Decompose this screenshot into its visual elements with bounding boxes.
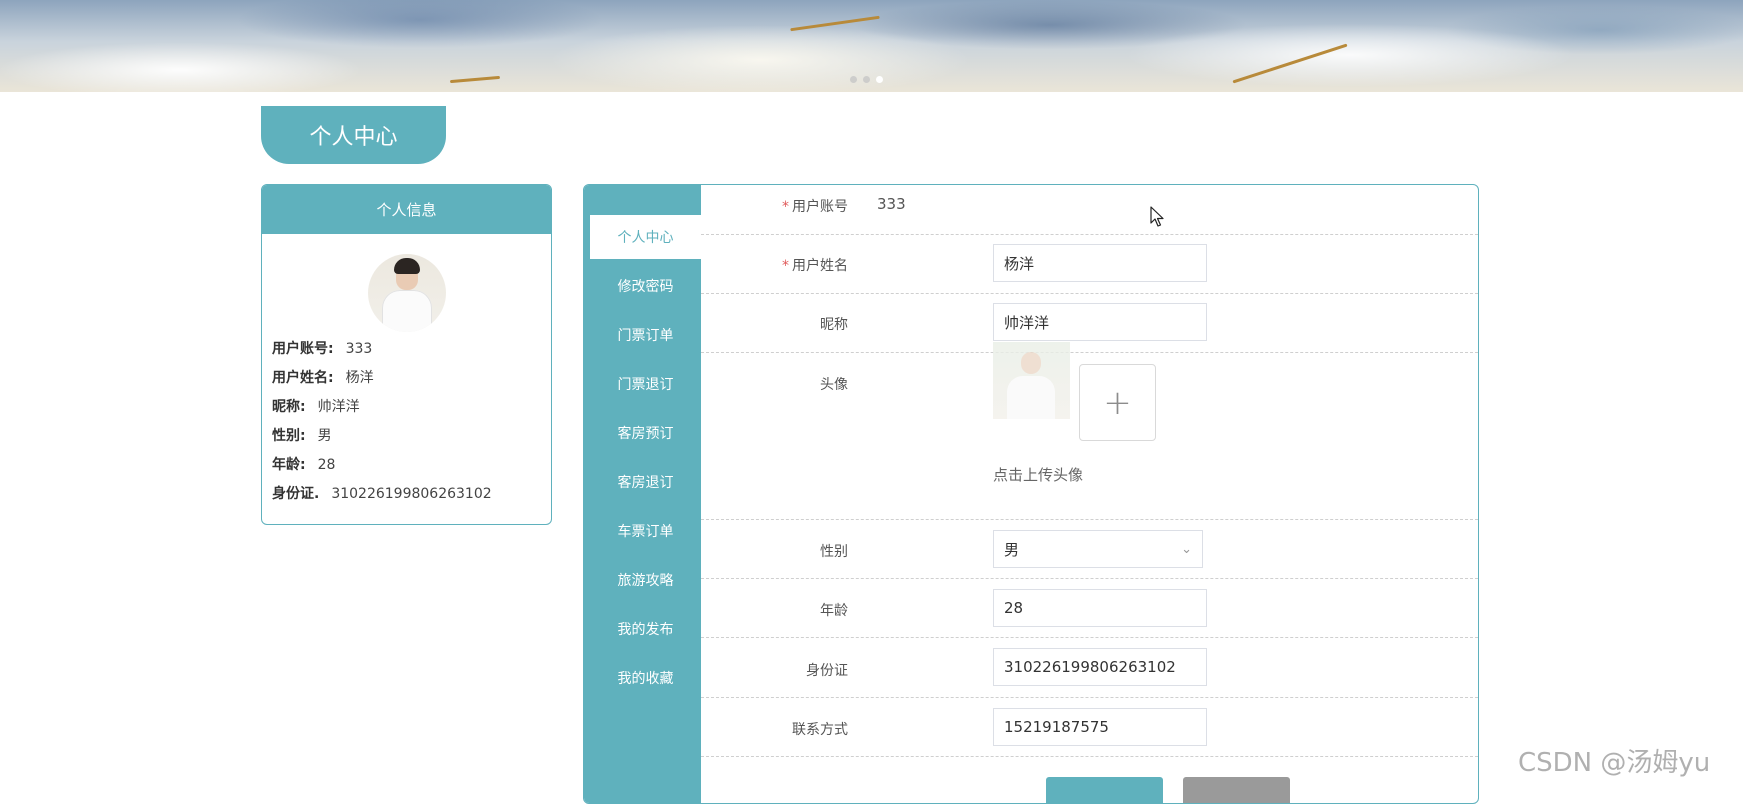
info-label: 年龄: (272, 457, 306, 473)
id-card-input[interactable] (993, 648, 1207, 686)
info-card-title: 个人信息 (376, 201, 437, 219)
plus-icon: + (1103, 382, 1132, 423)
info-row-nickname: 昵称: 帅洋洋 (272, 396, 360, 416)
age-label: 年龄 (820, 603, 848, 619)
nickname-input[interactable] (993, 303, 1207, 341)
avatar-upload-hint[interactable]: 点击上传头像 (993, 464, 1083, 485)
banner-decoration (790, 15, 880, 32)
name-input[interactable] (993, 244, 1207, 282)
info-value: 28 (317, 457, 336, 473)
sidebar-menu: 个人中心 修改密码 门票订单 门票退订 客房预订 客房退订 车票订单 旅游攻略 … (584, 185, 701, 803)
nickname-label: 昵称 (820, 317, 848, 333)
info-value: 杨洋 (345, 370, 374, 386)
carousel-dot[interactable] (863, 76, 870, 83)
sidebar-item-my-posts[interactable]: 我的发布 (590, 607, 701, 651)
required-mark: * (782, 199, 789, 215)
contact-input[interactable] (993, 708, 1207, 746)
form-row-avatar: 头像 + 点击上传头像 (701, 342, 1478, 520)
form-row-account: * 用户账号 333 (701, 185, 1478, 235)
carousel-dot[interactable] (850, 76, 857, 83)
info-label: 身份证. (272, 486, 320, 502)
watermark: CSDN @汤姆yu (1518, 748, 1711, 778)
chevron-down-icon: ⌄ (1181, 541, 1192, 557)
sidebar-item-room-cancel[interactable]: 客房退订 (590, 460, 701, 504)
hero-banner (0, 0, 1743, 92)
name-label: * 用户姓名 (782, 258, 848, 274)
page-title: 个人中心 (309, 125, 398, 150)
contact-label: 联系方式 (792, 722, 848, 738)
form-row-gender: 性别 男 ⌄ (701, 520, 1478, 579)
info-label: 昵称: (272, 399, 306, 415)
info-row-account: 用户账号: 333 (272, 338, 372, 358)
profile-panel: 个人中心 修改密码 门票订单 门票退订 客房预订 客房退订 车票订单 旅游攻略 … (583, 184, 1479, 804)
info-value: 帅洋洋 (317, 399, 360, 415)
info-value: 310226199806263102 (331, 486, 492, 502)
info-value: 男 (317, 428, 332, 444)
submit-button[interactable] (1046, 777, 1163, 803)
sidebar-item-my-favorites[interactable]: 我的收藏 (590, 656, 701, 700)
gender-select[interactable]: 男 ⌄ (993, 530, 1203, 568)
sidebar-item-change-password[interactable]: 修改密码 (590, 264, 701, 308)
form-row-contact: 联系方式 (701, 698, 1478, 757)
info-label: 用户姓名: (272, 370, 334, 386)
banner-decoration (449, 75, 501, 84)
info-row-name: 用户姓名: 杨洋 (272, 367, 374, 387)
form-row-nickname: 昵称 (701, 294, 1478, 353)
banner-decoration (1232, 43, 1348, 84)
page-title-tab: 个人中心 (261, 106, 446, 164)
info-card-header: 个人信息 (262, 185, 551, 234)
required-mark: * (782, 258, 789, 274)
form-row-name: * 用户姓名 (701, 235, 1478, 294)
info-row-age: 年龄: 28 (272, 454, 335, 474)
sidebar-item-travel-guides[interactable]: 旅游攻略 (590, 558, 701, 602)
personal-info-card: 个人信息 用户账号: 333 用户姓名: 杨洋 昵称: 帅洋洋 性别: 男 年龄: 28 … (261, 184, 552, 525)
logout-button[interactable] (1183, 777, 1290, 803)
info-value: 333 (345, 341, 373, 357)
carousel-dots (850, 76, 883, 83)
avatar-label: 头像 (820, 377, 848, 393)
info-row-gender: 性别: 男 (272, 425, 332, 445)
info-label: 用户账号: (272, 341, 334, 357)
info-row-id-card: 身份证. 310226199806263102 (272, 483, 492, 503)
account-label: * 用户账号 (782, 199, 848, 215)
form-row-age: 年龄 (701, 579, 1478, 638)
avatar-upload-button[interactable]: + (1079, 364, 1156, 441)
carousel-dot-active[interactable] (876, 76, 883, 83)
sidebar-item-ticket-orders[interactable]: 门票订单 (590, 313, 701, 357)
gender-label: 性别 (820, 544, 848, 560)
avatar (368, 254, 446, 332)
gender-selected-value: 男 (1004, 540, 1020, 559)
sidebar-item-ticket-refund[interactable]: 门票退订 (590, 362, 701, 406)
account-value: 333 (877, 195, 906, 213)
sidebar-item-train-orders[interactable]: 车票订单 (590, 509, 701, 553)
form-row-id-card: 身份证 (701, 638, 1478, 698)
mouse-cursor-icon (1150, 206, 1164, 227)
age-input[interactable] (993, 589, 1207, 627)
id-card-label: 身份证 (806, 663, 848, 679)
sidebar-item-room-booking[interactable]: 客房预订 (590, 411, 701, 455)
sidebar-item-personal-center[interactable]: 个人中心 (590, 215, 701, 259)
avatar-thumbnail[interactable] (993, 342, 1070, 419)
info-label: 性别: (272, 428, 306, 444)
